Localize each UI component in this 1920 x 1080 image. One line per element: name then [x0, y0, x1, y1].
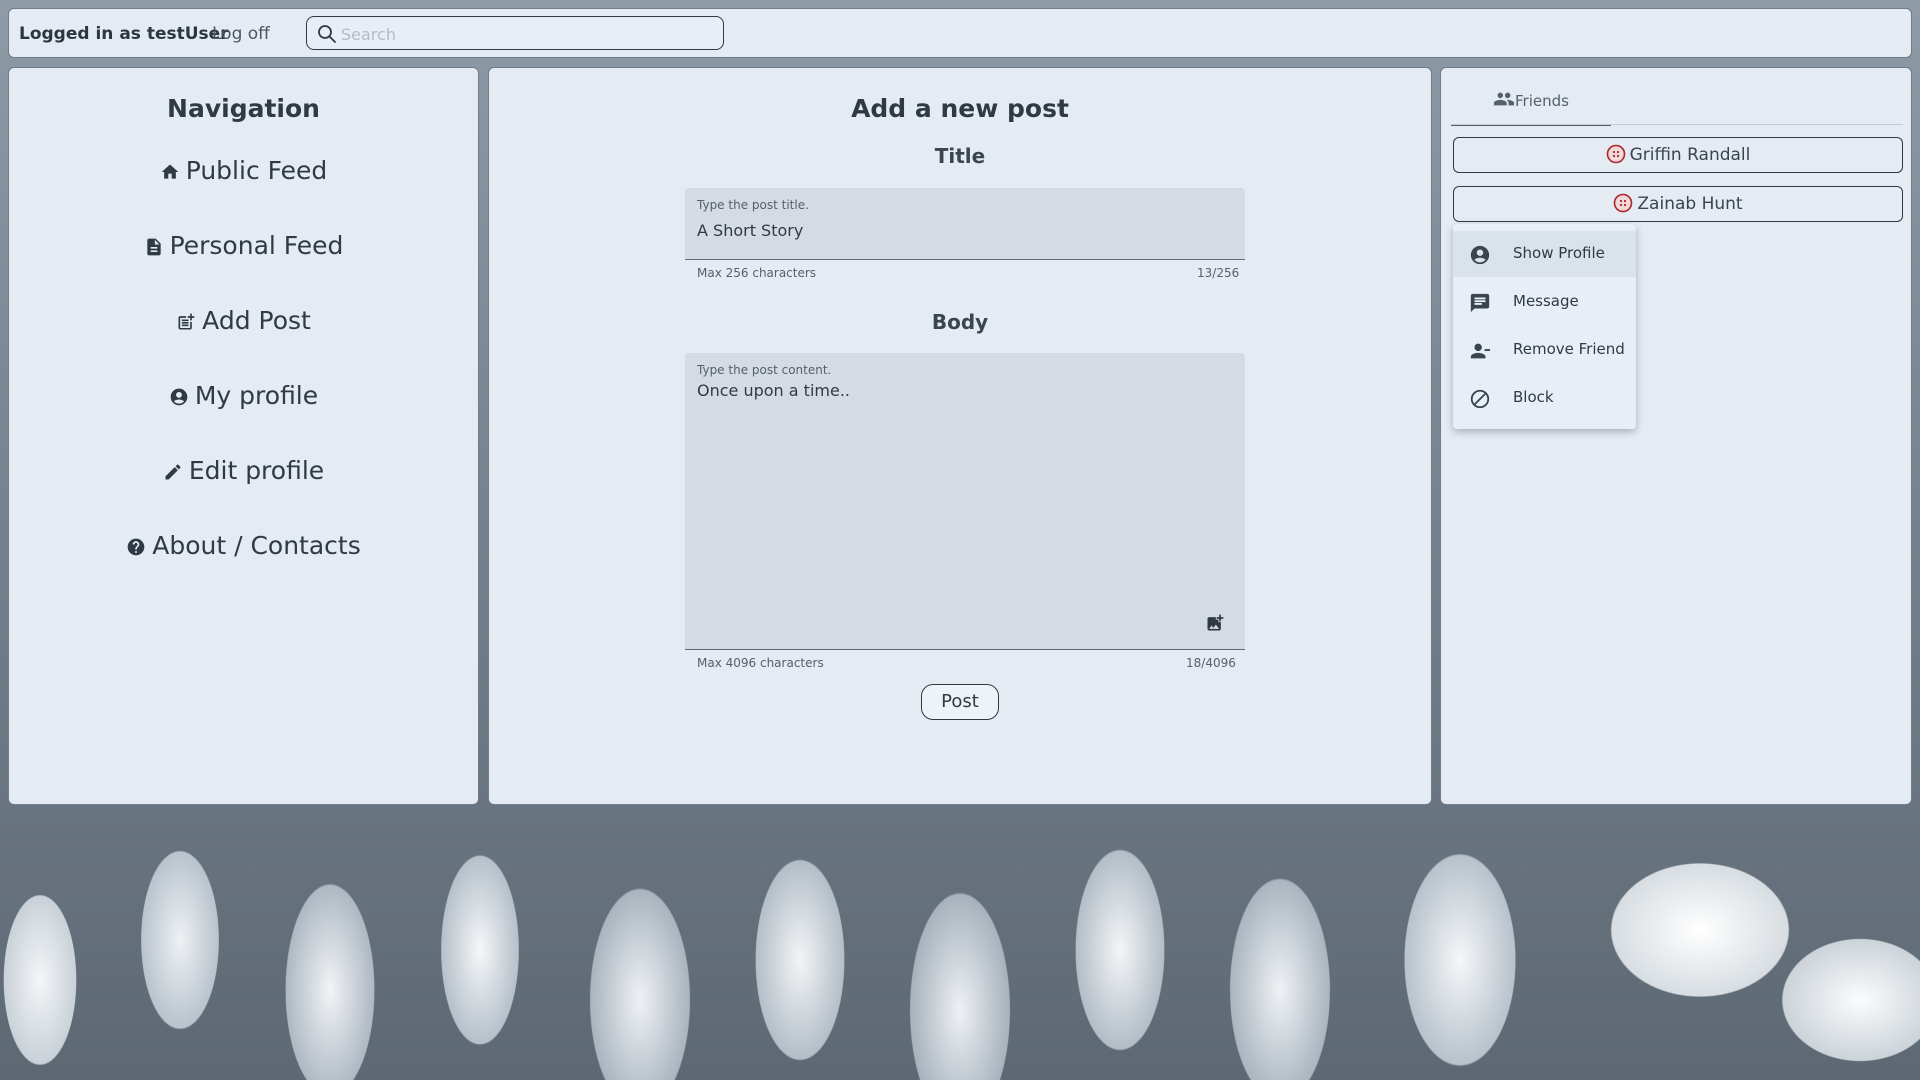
menu-item-message[interactable]: Message: [1453, 279, 1636, 325]
home-icon: [161, 164, 179, 179]
tab-divider: [1451, 124, 1903, 125]
nav-item-label: Edit profile: [188, 456, 325, 485]
friend-griffin-randall[interactable]: Griffin Randall: [1453, 137, 1903, 173]
menu-item-label: Block: [1513, 388, 1554, 406]
nav-item-label: Personal Feed: [169, 231, 344, 260]
post-body-field[interactable]: Type the post content. Once upon a time.…: [685, 353, 1245, 650]
nav-item-label: Public Feed: [185, 156, 328, 185]
friend-zainab-hunt[interactable]: Zainab Hunt: [1453, 186, 1903, 222]
remove-person-icon: [1470, 343, 1491, 359]
people-icon: [1493, 92, 1515, 106]
body-helper-text: Max 4096 characters: [697, 656, 824, 670]
post-title-field-label: Type the post title.: [697, 198, 809, 212]
menu-item-label: Message: [1513, 292, 1579, 310]
add-image-icon[interactable]: [1205, 613, 1225, 633]
tab-friends[interactable]: Friends: [1451, 86, 1611, 126]
nav-item-public-feed[interactable]: Public Feed: [9, 156, 478, 185]
document-icon: [146, 238, 161, 256]
menu-item-show-profile[interactable]: Show Profile: [1453, 231, 1636, 277]
post-button[interactable]: Post: [921, 684, 999, 720]
body-section-label: Body: [931, 310, 989, 334]
search-input[interactable]: [339, 19, 713, 49]
body-char-counter: 18/4096: [1186, 656, 1236, 670]
nav-item-label: Add Post: [202, 306, 311, 335]
pencil-icon: [165, 464, 181, 480]
navigation-panel: Navigation Public Feed Personal Feed Add…: [8, 67, 479, 805]
menu-item-label: Show Profile: [1513, 244, 1605, 262]
friends-panel: Friends Griffin Randall Zainab Hunt Show…: [1440, 67, 1912, 805]
nav-item-about-contacts[interactable]: About / Contacts: [9, 531, 478, 560]
nav-item-personal-feed[interactable]: Personal Feed: [9, 231, 478, 260]
search-icon: [318, 25, 336, 43]
friend-name: Zainab Hunt: [1637, 194, 1743, 214]
nav-item-edit-profile[interactable]: Edit profile: [9, 456, 478, 485]
friend-context-menu: Show Profile Message Remove Friend Block: [1453, 224, 1636, 429]
page-title: Add a new post: [851, 94, 1069, 123]
account-circle-icon: [170, 388, 188, 406]
login-status: Logged in as testUser: [19, 24, 229, 44]
avatar-icon: [1614, 193, 1633, 213]
nav-item-my-profile[interactable]: My profile: [9, 381, 478, 410]
top-bar: Logged in as testUser Log off: [8, 8, 1912, 58]
logoff-link[interactable]: Log off: [212, 24, 270, 44]
menu-item-remove-friend[interactable]: Remove Friend: [1453, 327, 1636, 373]
title-helper-text: Max 256 characters: [697, 266, 817, 280]
post-title-field[interactable]: Type the post title. A Short Story: [685, 188, 1245, 260]
navigation-title: Navigation: [167, 94, 320, 123]
title-section-label: Title: [934, 144, 986, 168]
title-char-counter: 13/256: [1197, 266, 1240, 280]
menu-item-label: Remove Friend: [1513, 340, 1625, 358]
help-icon: [127, 538, 145, 556]
friend-name: Griffin Randall: [1629, 145, 1751, 165]
search-box[interactable]: [306, 16, 724, 50]
menu-item-block[interactable]: Block: [1453, 375, 1636, 421]
tab-friends-label: Friends: [1515, 92, 1569, 110]
avatar-icon: [1606, 144, 1625, 164]
message-icon: [1470, 293, 1490, 313]
post-title-input[interactable]: A Short Story: [697, 221, 803, 240]
nav-item-add-post[interactable]: Add Post: [9, 306, 478, 335]
post-body-field-label: Type the post content.: [697, 363, 832, 377]
add-post-panel: Add a new post Title Type the post title…: [488, 67, 1432, 805]
account-circle-icon: [1470, 245, 1490, 265]
nav-item-label: About / Contacts: [152, 531, 361, 560]
block-icon: [1470, 389, 1490, 409]
post-add-icon: [178, 313, 195, 330]
post-body-input[interactable]: Once upon a time..: [697, 381, 850, 400]
nav-item-label: My profile: [194, 381, 319, 410]
